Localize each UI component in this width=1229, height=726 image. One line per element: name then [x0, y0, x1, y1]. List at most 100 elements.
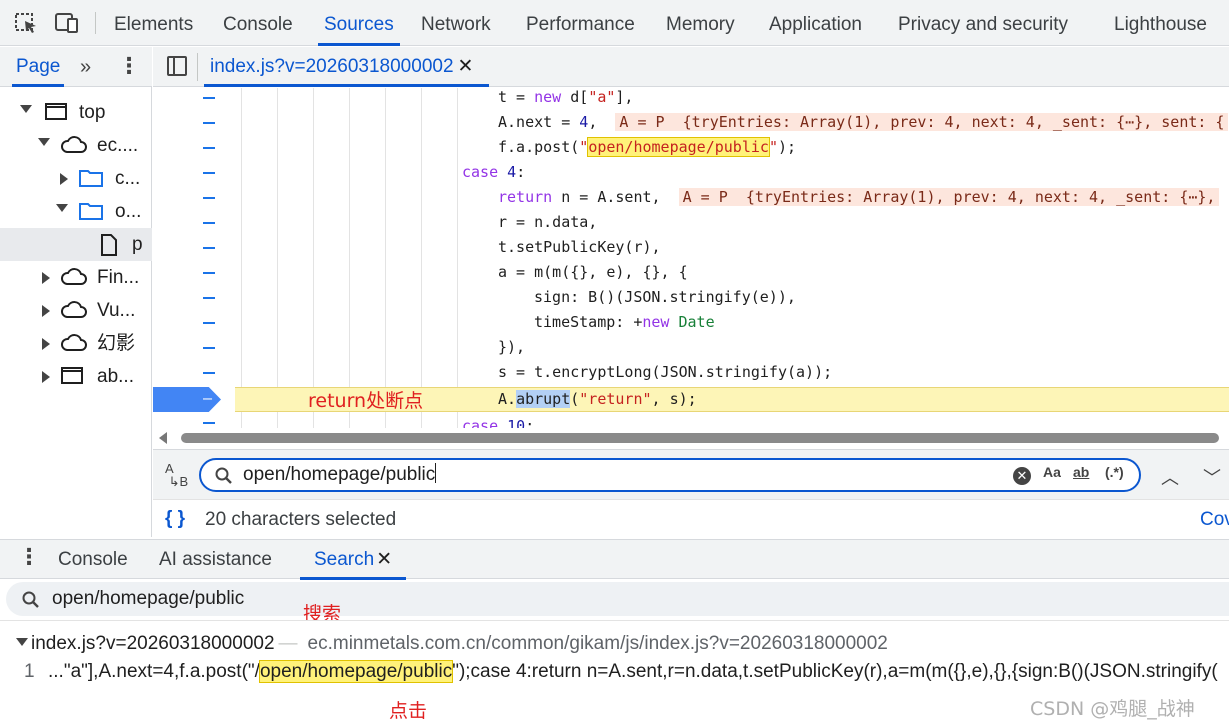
result-file-path: ec.minmetals.com.cn/common/gikam/js/inde… [307, 633, 888, 654]
match-case-button[interactable]: Aa [1043, 464, 1061, 480]
tab-elements[interactable]: Elements [114, 0, 193, 46]
tab-page[interactable]: Page [11, 47, 65, 87]
result-match-row[interactable]: 1 ..."a"],A.next=4,f.a.post("/open/homep… [0, 659, 1229, 685]
line-marker[interactable] [203, 347, 215, 349]
scroll-left-icon[interactable] [159, 432, 167, 444]
expand-arrow-icon[interactable] [56, 204, 68, 212]
line-marker[interactable] [203, 322, 215, 324]
find-input-value: open/homepage/public [243, 464, 436, 485]
more-options-icon[interactable]: ⋮ [118, 53, 140, 79]
code-line: sign: B()(JSON.stringify(e)), [534, 288, 796, 306]
drawer-tab-search[interactable]: Search ✕ [299, 540, 407, 580]
line-marker[interactable] [203, 197, 215, 199]
previous-match-chevron-up-icon[interactable]: ︿ [1161, 464, 1179, 490]
regex-button[interactable]: (.*) [1105, 464, 1124, 480]
next-match-chevron-down-icon[interactable]: ﹀ [1203, 464, 1221, 490]
line-marker[interactable] [203, 97, 215, 99]
toolbar-separator [95, 12, 96, 34]
tree-item-vu[interactable]: Vu... [0, 294, 152, 327]
tree-item-domain[interactable]: ec.... [0, 129, 152, 162]
indent-guide [241, 88, 242, 428]
file-tab-label: index.js?v=20260318000002 [210, 56, 454, 77]
expand-arrow-icon[interactable] [38, 138, 50, 146]
line-marker[interactable] [203, 272, 215, 274]
toggle-navigator-icon[interactable] [167, 56, 187, 76]
tab-console[interactable]: Console [223, 0, 293, 46]
tab-index-js[interactable]: index.js?v=20260318000002 ✕ [203, 47, 490, 87]
indent-guide [457, 88, 458, 428]
selection-status: 20 characters selected [205, 509, 397, 530]
tree-item-ab[interactable]: ab... [0, 360, 152, 393]
pretty-print-braces-icon[interactable]: { } [165, 508, 185, 530]
result-file-row[interactable]: index.js?v=20260318000002— ec.minmetals.c… [16, 631, 888, 657]
clear-search-icon[interactable]: ✕ [1013, 467, 1031, 485]
tree-item-top[interactable]: top [0, 96, 152, 129]
tab-performance[interactable]: Performance [526, 0, 635, 46]
line-marker[interactable] [203, 297, 215, 299]
search-icon [22, 591, 39, 608]
line-marker[interactable] [203, 422, 215, 424]
tree-item-folder-o[interactable]: o... [0, 195, 152, 228]
cloud-icon [61, 301, 87, 318]
find-input[interactable]: open/homepage/public ✕ Aa ab (.*) [199, 458, 1141, 492]
code-line: A.next = 4, A = P {tryEntries: Array(1),… [498, 110, 1229, 135]
tree-item-folder-c[interactable]: c... [0, 162, 152, 195]
collapse-arrow-icon[interactable] [42, 371, 50, 383]
drawer-tab-console[interactable]: Console [58, 540, 128, 580]
frame-icon [61, 367, 83, 384]
horizontal-scrollbar[interactable] [153, 428, 1229, 448]
scrollbar-thumb[interactable] [181, 433, 1219, 443]
tree-item-huanying[interactable]: 幻影 [0, 327, 152, 360]
code-editor[interactable]: t = new d["a"], A.next = 4, A = P {tryEn… [153, 88, 1229, 428]
tab-privacy-and-security[interactable]: Privacy and security [898, 0, 1068, 46]
line-marker[interactable] [203, 222, 215, 224]
close-tab-icon[interactable]: ✕ [458, 56, 474, 77]
collapse-arrow-icon[interactable] [42, 272, 50, 284]
line-marker[interactable] [203, 172, 215, 174]
line-marker[interactable] [203, 122, 215, 124]
global-search-input[interactable]: open/homepage/public [6, 582, 1229, 616]
inspect-element-icon[interactable] [14, 12, 40, 34]
search-match-highlight: open/homepage/public [587, 137, 770, 157]
code-line: t = new d["a"], [498, 88, 634, 106]
inline-value-preview[interactable]: A = P {tryEntries: Array(1), prev: 4, ne… [615, 113, 1229, 131]
code-line: timeStamp: +new Date [534, 313, 715, 331]
coverage-link[interactable]: Cov [1200, 500, 1229, 540]
breakpoint-marker[interactable]: – [153, 387, 221, 412]
tree-item-label: c... [115, 168, 141, 189]
folder-icon [79, 170, 103, 187]
tab-sources[interactable]: Sources [318, 0, 400, 46]
line-marker[interactable] [203, 372, 215, 374]
code-line: t.setPublicKey(r), [498, 238, 661, 256]
close-drawer-tab-icon[interactable]: ✕ [376, 549, 392, 570]
collapse-arrow-icon[interactable] [60, 173, 68, 185]
line-marker[interactable] [203, 147, 215, 149]
expand-arrow-icon[interactable] [20, 105, 32, 113]
code-line: return n = A.sent, A = P {tryEntries: Ar… [498, 185, 1220, 210]
drawer-tab-bar: ⋮ Console AI assistance Search ✕ [0, 539, 1229, 580]
device-toolbar-icon[interactable] [54, 12, 80, 34]
tab-lighthouse[interactable]: Lighthouse [1114, 0, 1207, 46]
expand-arrow-icon[interactable] [16, 638, 28, 646]
inline-value-preview[interactable]: A = P {tryEntries: Array(1), prev: 4, ne… [678, 188, 1220, 206]
replace-toggle-icon[interactable]: A ↳B [165, 462, 188, 488]
more-tabs-chevron-icon[interactable]: » [80, 56, 91, 79]
drawer-more-options-icon[interactable]: ⋮ [18, 544, 40, 570]
tab-application[interactable]: Application [769, 0, 862, 46]
tree-item-file-selected[interactable]: p [0, 228, 152, 261]
cloud-icon [61, 268, 87, 285]
indent-guide [385, 88, 386, 428]
line-marker[interactable] [203, 247, 215, 249]
tab-memory[interactable]: Memory [666, 0, 735, 46]
match-whole-word-button[interactable]: ab [1073, 464, 1089, 480]
collapse-arrow-icon[interactable] [42, 305, 50, 317]
navigator-header: Page » ⋮ [0, 47, 152, 87]
drawer-tab-search-label: Search [314, 549, 375, 570]
tab-network[interactable]: Network [421, 0, 491, 46]
collapse-arrow-icon[interactable] [42, 338, 50, 350]
drawer-tab-ai-assistance[interactable]: AI assistance [159, 540, 272, 580]
text-caret [435, 463, 437, 483]
code-line: case 10: [462, 417, 535, 428]
result-match-text: ..."a"],A.next=4,f.a.post("/open/homepag… [48, 660, 1218, 683]
tree-item-fin[interactable]: Fin... [0, 261, 152, 294]
